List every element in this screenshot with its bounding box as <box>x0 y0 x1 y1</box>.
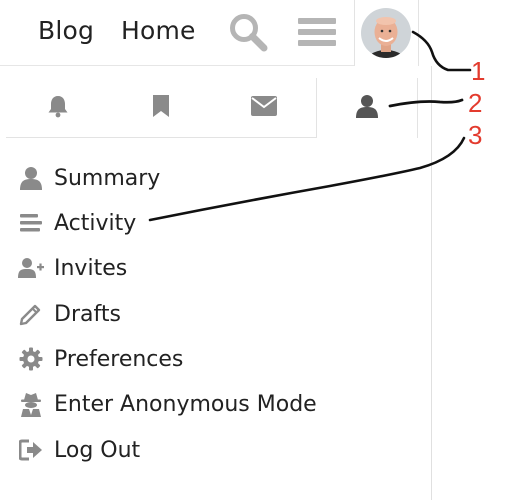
menu-item-label: Preferences <box>54 346 184 372</box>
annotation-number: 3 <box>468 120 483 150</box>
menu-item-summary[interactable]: Summary <box>18 160 418 196</box>
menu-item-invites[interactable]: Invites <box>18 250 418 286</box>
user-plus-icon <box>18 255 44 281</box>
menu-item-label: Drafts <box>54 301 121 327</box>
annotation-number: 2 <box>468 88 483 118</box>
nav-home-link[interactable]: Home <box>121 16 196 45</box>
tab-profile[interactable] <box>316 78 418 138</box>
menu-item-label: Activity <box>54 210 137 236</box>
menu-item-activity[interactable]: Activity <box>18 205 418 241</box>
user-icon <box>356 94 378 122</box>
menu-item-label: Summary <box>54 165 161 191</box>
sign-out-icon <box>18 437 44 463</box>
anonymous-spy-icon <box>18 391 44 417</box>
menu-item-preferences[interactable]: Preferences <box>18 341 418 377</box>
user-menu-panel: Summary Activity Invites Drafts Preferen… <box>0 66 432 500</box>
tab-notifications[interactable] <box>6 78 109 138</box>
user-avatar-button[interactable] <box>354 0 419 68</box>
search-icon[interactable] <box>226 10 270 54</box>
bell-icon <box>47 94 69 122</box>
tab-messages[interactable] <box>212 78 315 138</box>
menu-item-label: Enter Anonymous Mode <box>54 391 317 417</box>
activity-lines-icon <box>18 210 44 236</box>
menu-item-log-out[interactable]: Log Out <box>18 432 418 468</box>
nav-blog-link[interactable]: Blog <box>38 16 94 45</box>
user-icon <box>18 165 44 191</box>
menu-item-label: Log Out <box>54 437 141 463</box>
avatar <box>361 8 411 58</box>
envelope-icon <box>250 96 277 120</box>
annotation-number: 1 <box>471 56 486 86</box>
bookmark-icon <box>152 94 170 122</box>
menu-item-drafts[interactable]: Drafts <box>18 296 418 332</box>
menu-item-label: Invites <box>54 255 128 281</box>
user-menu-tabs <box>6 78 418 138</box>
gear-icon <box>18 346 44 372</box>
tab-bookmarks[interactable] <box>109 78 212 138</box>
hamburger-menu-icon[interactable] <box>296 10 340 54</box>
menu-item-anonymous-mode[interactable]: Enter Anonymous Mode <box>18 386 418 422</box>
pencil-icon <box>18 301 44 327</box>
